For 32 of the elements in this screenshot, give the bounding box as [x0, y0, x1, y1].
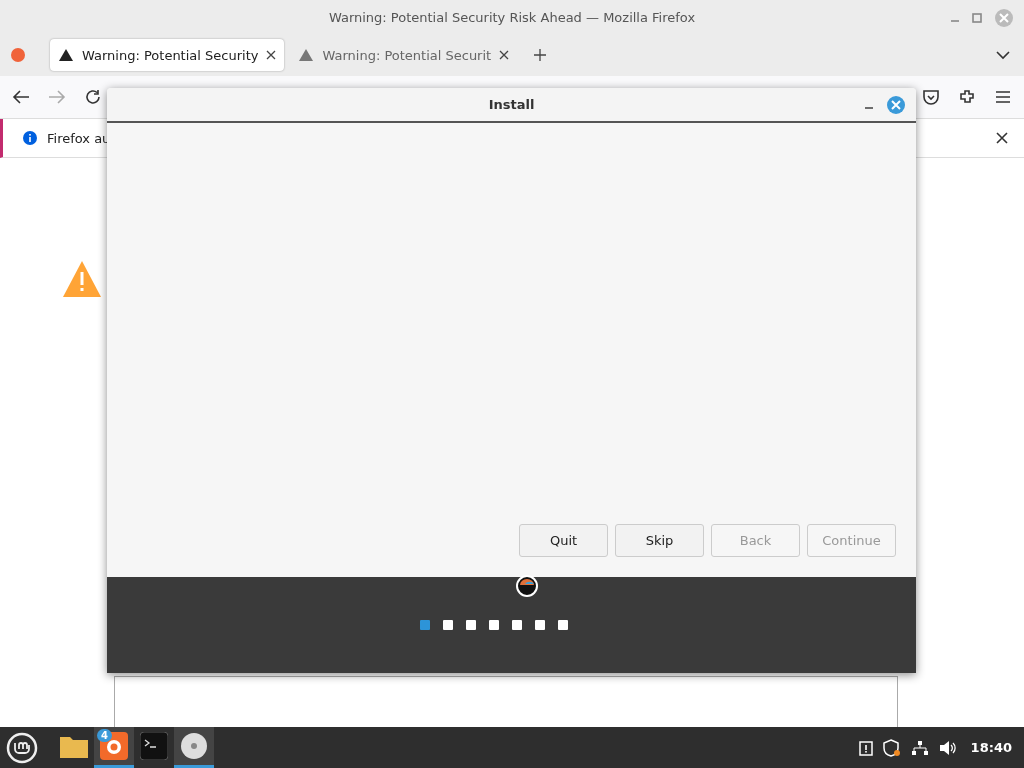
- clipboard-icon[interactable]: [858, 739, 873, 756]
- info-icon: [23, 131, 37, 145]
- taskbar-app-button[interactable]: [174, 727, 214, 768]
- dialog-button[interactable]: Quit: [519, 524, 608, 557]
- pocket-icon[interactable]: [922, 88, 940, 106]
- browser-tab[interactable]: Warning: Potential Securit: [290, 39, 518, 71]
- back-arrow-icon[interactable]: [12, 89, 30, 105]
- volume-icon[interactable]: [938, 739, 957, 756]
- mint-menu-icon[interactable]: [6, 731, 38, 764]
- close-icon[interactable]: [499, 50, 510, 60]
- terminal-icon: [140, 732, 168, 760]
- dialog-title: Install: [488, 97, 535, 112]
- browser-tab[interactable]: Warning: Potential Security: [50, 39, 285, 71]
- shield-icon[interactable]: [882, 738, 901, 757]
- network-icon[interactable]: [910, 739, 929, 756]
- window-title: Warning: Potential Security Risk Ahead — Mozilla Firefox: [328, 9, 696, 25]
- extensions-icon[interactable]: [958, 88, 976, 106]
- new-tab-icon[interactable]: [533, 48, 548, 62]
- warning-icon: [62, 260, 102, 298]
- chevron-down-icon[interactable]: [996, 50, 1010, 60]
- warning-icon: [298, 48, 315, 62]
- clock[interactable]: 18:40: [970, 740, 1012, 755]
- close-icon[interactable]: [996, 132, 1008, 144]
- notification-count: 4: [97, 729, 112, 742]
- maximize-icon[interactable]: [972, 13, 982, 23]
- warning-icon: [58, 48, 74, 62]
- close-icon[interactable]: [266, 50, 277, 60]
- reload-icon[interactable]: [84, 88, 102, 106]
- menu-icon[interactable]: [994, 89, 1012, 105]
- dialog-button[interactable]: Skip: [615, 524, 704, 557]
- disc-icon: [180, 732, 208, 760]
- logo-icon: [516, 575, 538, 597]
